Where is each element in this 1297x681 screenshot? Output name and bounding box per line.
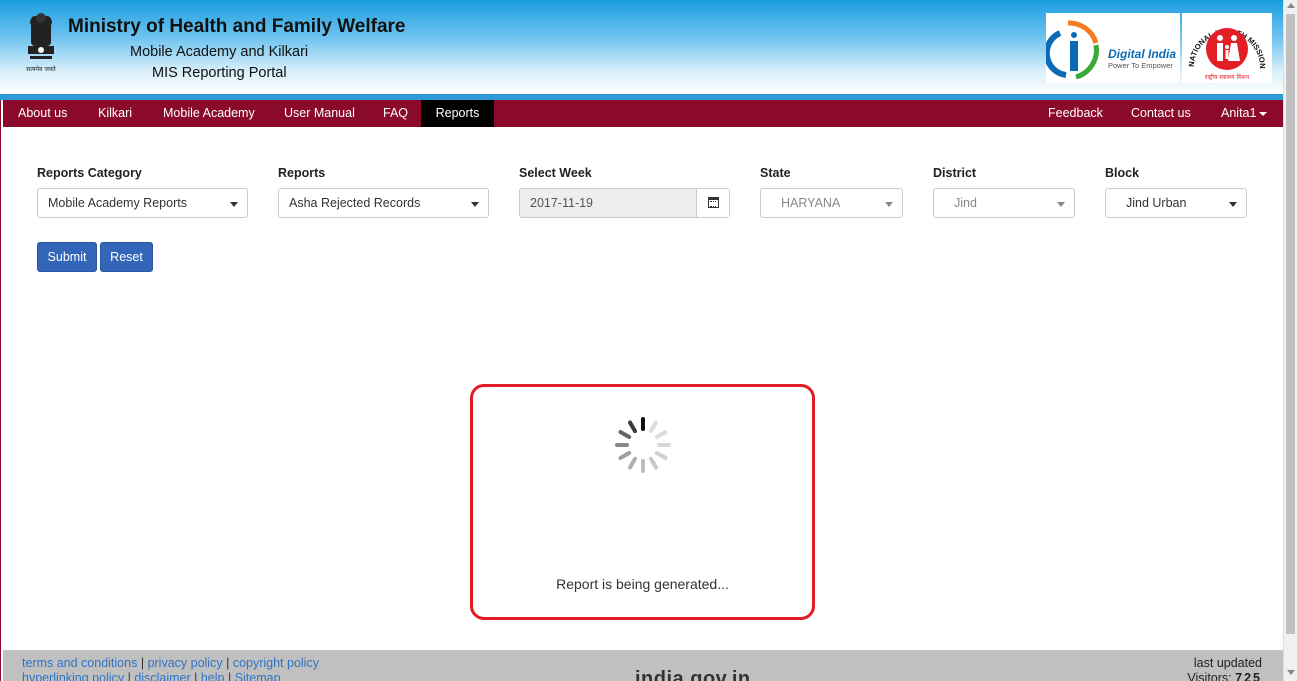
india-gov-logo[interactable]: india.gov.in [635,668,751,681]
nav-mobile-academy[interactable]: Mobile Academy [148,100,270,127]
portal-name: MIS Reporting Portal [152,65,287,81]
site-footer: terms and conditions | privacy policy | … [3,650,1283,681]
user-menu[interactable]: Anita1 [1206,100,1282,127]
reports-category-value: Mobile Academy Reports [48,196,187,210]
calendar-button[interactable] [696,189,729,217]
scroll-down-arrow-icon[interactable] [1287,670,1295,675]
scrollbar-thumb[interactable] [1286,14,1295,634]
district-label: District [933,166,977,180]
main-nav: About us Kilkari Mobile Academy User Man… [3,100,1283,127]
visitors-label: Visitors: [1187,671,1232,681]
report-loading-dialog: Report is being generated... [470,384,815,620]
state-value: HARYANA [781,196,841,210]
reports-category-select[interactable]: Mobile Academy Reports [37,188,248,218]
district-value: Jind [954,196,977,210]
nav-faq[interactable]: FAQ [368,100,423,127]
footer-meta: last updated Visitors: 725 [1187,656,1262,681]
emblem-caption: सत्यमेव जयते [26,65,56,73]
nav-about-us[interactable]: About us [3,100,82,127]
caret-down-icon [1259,111,1268,116]
block-select[interactable]: Jind Urban [1105,188,1247,218]
digital-india-name: Digital India [1108,47,1176,61]
nhm-hindi-text: राष्ट्रीय स्वास्थ्य मिशन [1205,73,1250,81]
link-help[interactable]: help [201,671,225,681]
nav-reports[interactable]: Reports [421,100,494,127]
dropdown-arrow-icon [885,202,893,207]
select-week-label: Select Week [519,166,592,180]
nav-feedback[interactable]: Feedback [1033,100,1118,127]
week-date-input[interactable]: 2017-11-19 [519,188,730,218]
digital-india-tagline: Power To Empower [1108,61,1173,70]
block-value: Jind Urban [1126,196,1187,210]
submit-button[interactable]: Submit [37,242,97,272]
link-sitemap[interactable]: Sitemap [235,671,281,681]
reports-select[interactable]: Asha Rejected Records [278,188,489,218]
link-hyperlinking[interactable]: hyperlinking policy [22,671,124,681]
site-subtitle: Mobile Academy and Kilkari [130,44,309,60]
calendar-icon [708,197,719,208]
dropdown-arrow-icon [471,202,479,207]
reset-button[interactable]: Reset [100,242,153,272]
link-terms[interactable]: terms and conditions [22,656,137,670]
nhm-logo: NATIONAL HEALTH MISSION राष्ट्रीय स्वास्… [1182,13,1272,83]
digital-india-logo: Digital India Power To Empower [1043,13,1180,83]
visitor-counter: Visitors: 725 [1187,671,1262,681]
nav-contact-us[interactable]: Contact us [1116,100,1206,127]
loading-message: Report is being generated... [556,576,729,592]
dropdown-arrow-icon [230,202,238,207]
block-label: Block [1105,166,1140,180]
visitors-count: 725 [1235,671,1262,681]
state-label: State [760,166,791,180]
nav-user-manual[interactable]: User Manual [269,100,370,127]
page-left-border [0,100,1,681]
scroll-up-arrow-icon[interactable] [1287,3,1295,8]
user-name: Anita1 [1221,106,1257,120]
link-copyright[interactable]: copyright policy [233,656,319,670]
nav-kilkari[interactable]: Kilkari [83,100,147,127]
link-privacy[interactable]: privacy policy [148,656,223,670]
district-select[interactable]: Jind [933,188,1075,218]
page-scrollbar[interactable] [1283,0,1297,681]
dropdown-arrow-icon [1057,202,1065,207]
reports-value: Asha Rejected Records [289,196,421,210]
reports-label: Reports [278,166,326,180]
last-updated-label: last updated [1193,656,1262,670]
dropdown-arrow-icon [1229,202,1237,207]
week-date-value: 2017-11-19 [530,196,594,210]
loading-spinner-icon [613,415,673,475]
national-emblem-icon: सत्यमेव जयते [26,13,56,73]
footer-links: terms and conditions | privacy policy | … [22,656,319,681]
reports-category-label: Reports Category [37,166,142,180]
site-title: Ministry of Health and Family Welfare [68,16,406,37]
state-select[interactable]: HARYANA [760,188,903,218]
site-header: सत्यमेव जयते Ministry of Health and Fami… [0,0,1283,94]
link-disclaimer[interactable]: disclaimer [134,671,190,681]
